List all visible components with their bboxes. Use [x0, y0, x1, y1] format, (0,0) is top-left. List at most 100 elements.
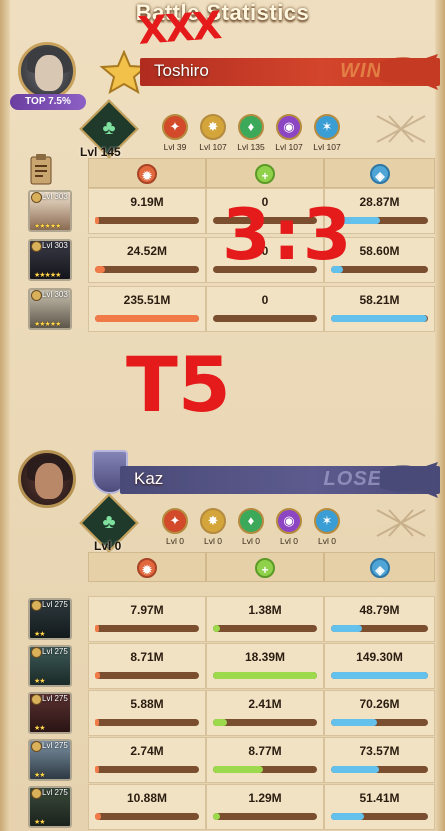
damage-cell: 9.19M — [88, 188, 206, 234]
graveborn-faction-icon: ◉ — [276, 114, 302, 140]
shield-bar — [331, 315, 428, 322]
shield-cell: 73.57M — [324, 737, 435, 783]
page-title: Battle Statistics — [135, 0, 310, 25]
hero-row: Lvl 275 ★★ 5.88M 2.41M 70.26M — [10, 690, 435, 736]
healing-value: 18.39M — [244, 650, 286, 664]
hero-row: Lvl 303 ★★★★★ 235.51M 0 58.21M — [10, 286, 435, 332]
hero-level: Lvl 275 — [42, 694, 68, 703]
hero-faction-badge-icon — [31, 241, 42, 252]
healing-cell: 18.39M — [206, 643, 324, 689]
damage-bar — [95, 813, 199, 820]
hero-level: Lvl 275 — [42, 600, 68, 609]
healing-bar — [213, 719, 317, 726]
hero-portrait[interactable]: Lvl 275 ★★ — [28, 739, 72, 781]
hero-portrait[interactable]: Lvl 275 ★★ — [28, 692, 72, 734]
celestial-faction-icon: ✶ — [314, 508, 340, 534]
loser-name-banner: Kaz LOSE — [120, 462, 440, 498]
damage-value: 2.74M — [130, 744, 164, 758]
damage-value: 10.88M — [126, 791, 168, 805]
hero-portrait[interactable]: Lvl 303 ★★★★★ — [28, 239, 72, 281]
frame-left — [0, 0, 10, 831]
healing-value: 1.29M — [248, 791, 282, 805]
damage-icon: ✹ — [137, 558, 157, 578]
score-annotation: 3:3 — [222, 194, 354, 276]
damage-cell: 5.88M — [88, 690, 206, 736]
damage-value: 235.51M — [123, 293, 171, 307]
hero-row: Lvl 275 ★★ 10.88M 1.29M 51.41M — [10, 784, 435, 830]
shield-value: 73.57M — [359, 744, 400, 758]
hero-stars: ★★ — [34, 678, 46, 685]
shield-bar — [331, 625, 428, 632]
shield-value: 58.21M — [359, 293, 400, 307]
shield-cell: 51.41M — [324, 784, 435, 830]
hero-faction-badge-icon — [31, 647, 42, 658]
healing-bar — [213, 766, 317, 773]
winner-faction-level: Lvl 145 — [80, 145, 121, 159]
damage-cell: 24.52M — [88, 237, 206, 283]
hero-portrait[interactable]: Lvl 275 ★★ — [28, 645, 72, 687]
hero-level: Lvl 275 — [42, 647, 68, 656]
winner-avatar[interactable] — [18, 42, 76, 100]
mauler-faction-icon: ✸ — [200, 114, 226, 140]
loser-avatar[interactable] — [18, 450, 76, 508]
lose-label: LOSE — [323, 468, 382, 490]
damage-bar — [95, 719, 199, 726]
hero-level: Lvl 303 — [42, 290, 68, 299]
healing-value: 8.77M — [248, 744, 282, 758]
healing-bar — [213, 813, 317, 820]
battle-log-icon[interactable] — [28, 152, 54, 186]
winner-name: Toshiro — [154, 61, 209, 80]
faction-level-label: Lvl 135 — [237, 142, 265, 152]
healing-value: 0 — [261, 293, 269, 307]
hero-portrait[interactable]: Lvl 275 ★★ — [28, 598, 72, 640]
shield-icon: ◈ — [370, 558, 390, 578]
damage-cell: 235.51M — [88, 286, 206, 332]
shield-cell: 58.21M — [324, 286, 435, 332]
healing-cell: 1.29M — [206, 784, 324, 830]
hero-portrait[interactable]: Lvl 275 ★★ — [28, 786, 72, 828]
damage-bar — [95, 217, 199, 224]
healing-cell: 0 — [206, 286, 324, 332]
shield-bar — [331, 813, 428, 820]
hero-stars: ★★ — [34, 819, 46, 826]
shield-bar — [331, 766, 428, 773]
hero-faction-badge-icon — [31, 192, 42, 203]
shield-cell: 48.79M — [324, 596, 435, 642]
crossout-annotation: XXX — [136, 3, 222, 53]
healing-bar — [213, 672, 317, 679]
healing-cell: 8.77M — [206, 737, 324, 783]
crossed-swords-decoration-icon — [376, 509, 426, 537]
lightbearer-faction-icon: ✦ — [162, 508, 188, 534]
healing-value: 2.41M — [248, 697, 282, 711]
loser-stat-header: ✹ + ◈ — [10, 552, 435, 582]
damage-value: 7.97M — [130, 603, 164, 617]
tier-annotation: T5 — [126, 340, 231, 429]
ribbon-tail-icon — [380, 462, 438, 498]
hero-faction-badge-icon — [31, 290, 42, 301]
hero-level: Lvl 303 — [42, 241, 68, 250]
faction-level-label: Lvl 107 — [275, 142, 303, 152]
hero-faction-badge-icon — [31, 694, 42, 705]
healing-cell: 2.41M — [206, 690, 324, 736]
hero-portrait[interactable]: Lvl 303 ★★★★★ — [28, 288, 72, 330]
battle-statistics-panel: Battle Statistics TOP 7.5% Toshiro WIN ♣… — [0, 0, 445, 831]
healing-value: 1.38M — [248, 603, 282, 617]
crossed-swords-decoration-icon — [376, 115, 426, 143]
faction-level-label: Lvl 0 — [280, 536, 298, 546]
shield-value: 149.30M — [356, 650, 403, 664]
faction-level-label: Lvl 107 — [313, 142, 341, 152]
faction-level-label: Lvl 0 — [166, 536, 184, 546]
healing-bar — [213, 625, 317, 632]
loser-name: Kaz — [134, 469, 164, 488]
damage-value: 8.71M — [130, 650, 164, 664]
damage-value: 5.88M — [130, 697, 164, 711]
frame-right — [435, 0, 445, 831]
wilder-faction-icon: ♦ — [238, 508, 264, 534]
hero-portrait[interactable]: Lvl 303 ★★★★★ — [28, 190, 72, 232]
winner-name-banner: Toshiro WIN — [140, 54, 440, 90]
winner-faction-row: ♣ Lvl 145 ✦ Lvl 39 ✸ Lvl 107 ♦ Lvl 135 ◉… — [10, 99, 435, 159]
mauler-faction-icon: ✸ — [200, 508, 226, 534]
shield-bar — [331, 672, 428, 679]
hero-level: Lvl 275 — [42, 788, 68, 797]
faction-level-label: Lvl 0 — [204, 536, 222, 546]
